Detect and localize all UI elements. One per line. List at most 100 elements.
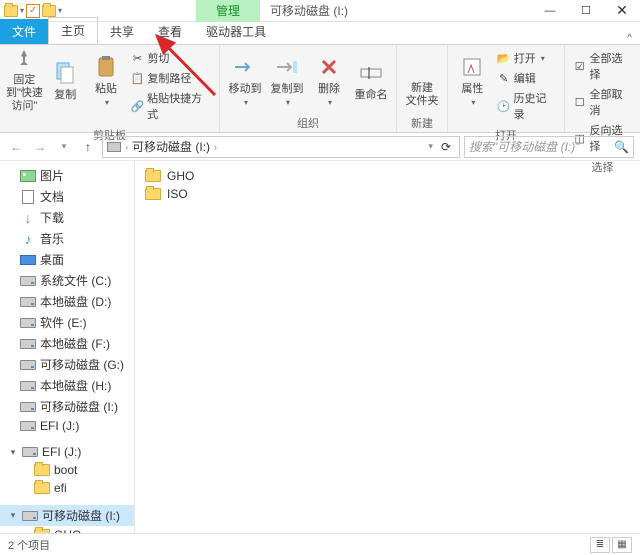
tree-item[interactable]: 可移动磁盘 (I:): [0, 396, 134, 417]
maximize-button[interactable]: ☐: [568, 0, 604, 22]
select-all-label: 全部选择: [589, 50, 632, 82]
close-button[interactable]: ✕: [604, 0, 640, 22]
paste-button[interactable]: 粘贴 ▾: [86, 47, 127, 113]
drive-icon: [20, 419, 36, 433]
tree-item[interactable]: 桌面: [0, 249, 134, 270]
tab-home[interactable]: 主页: [48, 17, 98, 44]
open-button[interactable]: 📂打开▾: [495, 49, 558, 67]
details-view-button[interactable]: ≣: [590, 537, 610, 553]
tree-label: boot: [54, 463, 77, 477]
copy-path-button[interactable]: 📋复制路径: [128, 69, 213, 87]
tree-item[interactable]: ♪音乐: [0, 228, 134, 249]
history-button[interactable]: 🕑历史记录: [495, 89, 558, 123]
file-item[interactable]: GHO: [141, 167, 634, 185]
select-all-button[interactable]: ☑全部选择: [571, 49, 634, 83]
back-button[interactable]: ←: [6, 137, 26, 157]
organize-group-label: 组织: [224, 113, 392, 133]
paste-icon: [92, 53, 120, 81]
history-label: 历史记录: [513, 90, 555, 122]
tree-item[interactable]: ▾EFI (J:): [0, 443, 134, 461]
tree-item[interactable]: 图片: [0, 165, 134, 186]
folder-icon: [34, 463, 50, 477]
address-bar[interactable]: › 可移动磁盘 (I:) › ▾ ⟳: [102, 136, 460, 158]
ribbon-collapse-icon[interactable]: ^: [619, 33, 640, 44]
breadcrumb-sep-icon[interactable]: ›: [125, 142, 128, 152]
tree-item[interactable]: 系统文件 (C:): [0, 270, 134, 291]
tab-file[interactable]: 文件: [0, 19, 48, 44]
status-text: 2 个项目: [8, 537, 50, 553]
tree-item-selected[interactable]: ▾ 可移动磁盘 (I:): [0, 505, 134, 526]
caret-down-icon[interactable]: ▾: [8, 447, 18, 458]
breadcrumb-sep-icon[interactable]: ›: [214, 142, 217, 152]
tree-item[interactable]: 文档: [0, 186, 134, 207]
tree-item[interactable]: efi: [0, 479, 134, 497]
select-none-label: 全部取消: [589, 86, 632, 118]
qat-overflow-icon[interactable]: ▾: [58, 6, 62, 15]
copy-to-button[interactable]: 复制到▾: [266, 47, 308, 113]
refresh-button[interactable]: ⟳: [437, 140, 455, 154]
forward-button[interactable]: →: [30, 137, 50, 157]
tree-item[interactable]: 本地磁盘 (D:): [0, 291, 134, 312]
caret-down-icon[interactable]: ▾: [8, 510, 18, 521]
tree-label: 可移动磁盘 (I:): [42, 507, 120, 524]
dl-icon: ↓: [20, 211, 36, 225]
properties-qat-icon[interactable]: ✓: [26, 4, 40, 18]
new-folder-button[interactable]: 新建 文件夹: [401, 47, 443, 113]
tree-item[interactable]: 本地磁盘 (F:): [0, 333, 134, 354]
move-to-button[interactable]: 移动到▾: [224, 47, 266, 113]
select-none-button[interactable]: ☐全部取消: [571, 85, 634, 119]
tree-label: 本地磁盘 (D:): [40, 293, 111, 310]
nav-bar: ← → ▾ ↑ › 可移动磁盘 (I:) › ▾ ⟳ 搜索"可移动磁盘 (I:)…: [0, 133, 640, 161]
breadcrumb-segment[interactable]: 可移动磁盘 (I:): [132, 138, 210, 155]
paste-dropdown-icon[interactable]: ▾: [103, 98, 109, 107]
file-item[interactable]: ISO: [141, 185, 634, 203]
drive-icon: [20, 316, 36, 330]
tree-item[interactable]: ↓下载: [0, 207, 134, 228]
up-button[interactable]: ↑: [78, 137, 98, 157]
tree-item[interactable]: 软件 (E:): [0, 312, 134, 333]
search-placeholder: 搜索"可移动磁盘 (I:)": [469, 138, 580, 155]
drive-icon: [20, 337, 36, 351]
address-dropdown-icon[interactable]: ▾: [428, 141, 433, 152]
delete-icon: [315, 53, 343, 81]
copy-path-icon: 📋: [130, 71, 144, 85]
open-label: 打开: [514, 50, 536, 66]
pin-quick-access-button[interactable]: 固定到"快速访问": [4, 47, 45, 113]
delete-button[interactable]: 删除▾: [308, 47, 350, 113]
cut-label: 剪切: [147, 50, 169, 66]
open-qat-icon[interactable]: [42, 5, 56, 17]
move-to-label: 移动到: [228, 83, 261, 96]
tree-item[interactable]: 可移动磁盘 (G:): [0, 354, 134, 375]
properties-button[interactable]: 属性▾: [452, 47, 493, 113]
cut-button[interactable]: ✂剪切: [128, 49, 213, 67]
chevron-down-icon[interactable]: ▾: [20, 6, 24, 15]
file-list[interactable]: GHOISO: [135, 161, 640, 533]
paste-shortcut-button[interactable]: 🔗粘贴快捷方式: [128, 89, 213, 123]
icons-view-button[interactable]: ▦: [612, 537, 632, 553]
tree-item[interactable]: boot: [0, 461, 134, 479]
tree-item[interactable]: GHO: [0, 526, 134, 533]
edit-label: 编辑: [514, 70, 536, 86]
copy-button[interactable]: 复制: [45, 47, 86, 113]
minimize-button[interactable]: —: [532, 0, 568, 22]
tree-label: 可移动磁盘 (G:): [40, 356, 124, 373]
edit-button[interactable]: ✎编辑: [495, 69, 558, 87]
tree-item[interactable]: 本地磁盘 (H:): [0, 375, 134, 396]
navigation-pane[interactable]: 图片文档↓下载♪音乐桌面系统文件 (C:)本地磁盘 (D:)软件 (E:)本地磁…: [0, 161, 135, 533]
folder-icon[interactable]: [4, 5, 18, 17]
drive-icon: [20, 274, 36, 288]
drive-icon: [107, 142, 121, 152]
recent-locations-button[interactable]: ▾: [54, 137, 74, 157]
properties-icon: [458, 53, 486, 81]
tree-label: 系统文件 (C:): [40, 272, 111, 289]
search-input[interactable]: 搜索"可移动磁盘 (I:)" 🔍: [464, 136, 634, 158]
tree-item[interactable]: EFI (J:): [0, 417, 134, 435]
tab-share[interactable]: 共享: [98, 19, 146, 44]
ribbon-group-organize: 移动到▾ 复制到▾ 删除▾ 重命名 组织: [220, 45, 397, 132]
tree-label: EFI (J:): [40, 419, 79, 433]
rename-button[interactable]: 重命名: [350, 47, 392, 113]
tab-drive-tools[interactable]: 驱动器工具: [194, 19, 278, 44]
tab-view[interactable]: 查看: [146, 19, 194, 44]
pic-icon: [20, 169, 36, 183]
folder-icon: [34, 481, 50, 495]
